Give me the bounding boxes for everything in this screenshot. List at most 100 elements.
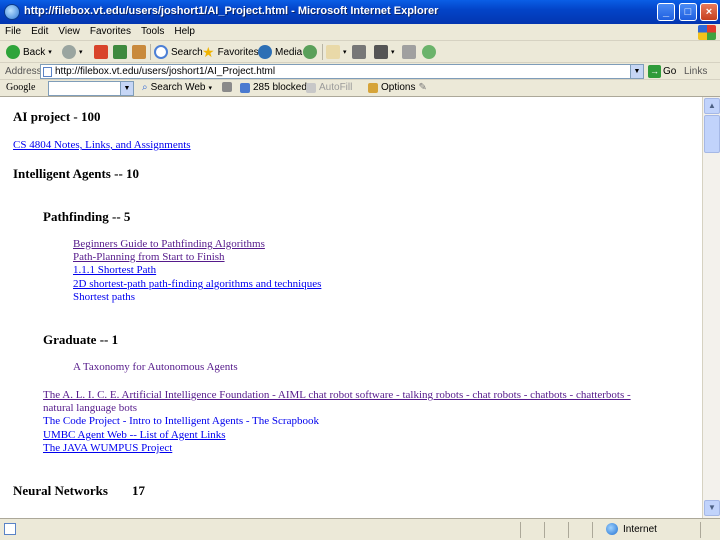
messenger-button[interactable] (422, 44, 436, 60)
search-label: Search (171, 46, 203, 58)
media-icon (258, 45, 272, 59)
status-divider (544, 522, 545, 538)
chevron-down-icon: ▾ (48, 49, 52, 56)
refresh-button[interactable] (113, 44, 127, 60)
menu-file[interactable]: File (0, 24, 26, 37)
discuss-icon (402, 45, 416, 59)
popup-blocker-button[interactable]: 285 blocked (240, 82, 307, 93)
window-title: http://filebox.vt.edu/users/joshort1/AI_… (24, 5, 439, 17)
google-logo[interactable]: Google (6, 82, 35, 93)
intelligent-agents-heading: Intelligent Agents -- 10 (13, 166, 140, 181)
chevron-down-icon: ▾ (391, 49, 395, 56)
back-button[interactable]: Back ▾ (6, 44, 52, 60)
alice-link[interactable]: The A. L. I. C. E. Artificial Intelligen… (43, 389, 631, 401)
scroll-down-arrow-icon[interactable]: ▼ (704, 500, 720, 516)
pathfinding-heading: Pathfinding -- 5 (43, 209, 131, 224)
address-dropdown-button[interactable]: ▼ (630, 65, 643, 78)
pathfinding-link[interactable]: 2D shortest-path path-finding algorithms… (73, 278, 321, 290)
edit-button[interactable]: ▾ (374, 44, 395, 60)
menu-help[interactable]: Help (169, 24, 200, 37)
search-button[interactable]: Search (154, 44, 203, 60)
close-button[interactable]: × (700, 3, 718, 21)
toolbar-divider (322, 44, 323, 60)
go-button[interactable]: → Go (648, 65, 676, 78)
page-title: AI project - 100 (13, 109, 101, 124)
print-button[interactable] (352, 44, 366, 60)
autofill-button[interactable]: AutoFill (306, 82, 352, 93)
page-info-button[interactable] (222, 82, 232, 92)
edit-page-icon (374, 45, 388, 59)
autofill-label: AutoFill (319, 82, 353, 93)
scroll-up-arrow-icon[interactable]: ▲ (704, 98, 720, 114)
address-input[interactable]: http://filebox.vt.edu/users/joshort1/AI_… (40, 64, 644, 79)
neural-networks-score: 17 (132, 483, 145, 498)
vertical-scrollbar[interactable]: ▲ ▼ (702, 97, 720, 518)
neural-networks-heading: Neural Networks (13, 483, 108, 498)
zone-label: Internet (623, 523, 657, 535)
page-icon (43, 67, 52, 77)
address-label: Address (5, 66, 42, 77)
internet-globe-icon (606, 523, 618, 535)
umbc-agent-link[interactable]: UMBC Agent Web -- List of Agent Links (43, 429, 226, 441)
pathfinding-link[interactable]: 1.1.1 Shortest Path (73, 264, 156, 276)
taxonomy-item[interactable]: A Taxonomy for Autonomous Agents (73, 361, 238, 373)
star-icon: ★ (202, 43, 215, 60)
home-button[interactable] (132, 44, 146, 60)
search-icon: ⌕ (142, 82, 148, 93)
internet-explorer-icon (4, 4, 20, 20)
go-label: Go (663, 66, 677, 77)
ie-window: http://filebox.vt.edu/users/joshort1/AI_… (0, 0, 720, 540)
media-label: Media (275, 46, 303, 58)
pencil-icon: ✎ (418, 82, 427, 93)
go-arrow-icon: → (648, 65, 661, 78)
home-icon (132, 45, 146, 59)
code-project-link[interactable]: The Code Project - Intro to Intelligent … (43, 415, 319, 427)
forward-button[interactable]: ▾ (62, 44, 83, 60)
pathfinding-link[interactable]: Shortest paths (73, 291, 135, 303)
forward-arrow-icon (62, 45, 76, 59)
history-button[interactable] (303, 44, 317, 60)
options-label: Options (381, 82, 416, 93)
maximize-button[interactable]: □ (679, 3, 697, 21)
page-content: AI project - 100 CS 4804 Notes, Links, a… (0, 97, 702, 518)
menu-edit[interactable]: Edit (26, 24, 53, 37)
alice-link-continued[interactable]: natural language bots (43, 402, 137, 414)
options-icon (368, 82, 378, 93)
wumpus-link[interactable]: The JAVA WUMPUS Project (43, 442, 172, 454)
discuss-button[interactable] (402, 44, 416, 60)
minimize-button[interactable]: _ (657, 3, 675, 21)
media-button[interactable]: Media (258, 44, 302, 60)
back-label: Back (23, 46, 46, 58)
scroll-thumb[interactable] (704, 115, 720, 153)
menu-favorites[interactable]: Favorites (85, 24, 136, 37)
menu-tools[interactable]: Tools (136, 24, 169, 37)
menu-view[interactable]: View (53, 24, 85, 37)
toolbar-divider (150, 44, 151, 60)
cs-notes-link[interactable]: CS 4804 Notes, Links, and Assignments (13, 139, 191, 151)
google-search-input[interactable]: ▼ (48, 81, 134, 96)
standard-toolbar: Back ▾ ▾ Search ★ Favorites Media ▾ ▾ (0, 41, 720, 63)
mail-icon (326, 45, 340, 59)
autofill-icon (306, 82, 316, 93)
links-button[interactable]: Links (684, 66, 707, 77)
pathfinding-link[interactable]: Beginners Guide to Pathfinding Algorithm… (73, 238, 265, 250)
search-web-button[interactable]: ⌕ Search Web ▾ (142, 82, 212, 93)
stop-icon (94, 45, 108, 59)
google-search-dropdown-button[interactable]: ▼ (120, 82, 133, 95)
options-button[interactable]: Options ✎ (368, 82, 427, 93)
pathfinding-link[interactable]: Path-Planning from Start to Finish (73, 251, 225, 263)
security-zone: Internet (606, 523, 657, 535)
title-bar[interactable]: http://filebox.vt.edu/users/joshort1/AI_… (0, 0, 720, 24)
address-url: http://filebox.vt.edu/users/joshort1/AI_… (55, 66, 276, 77)
address-bar: Address http://filebox.vt.edu/users/josh… (0, 63, 720, 80)
mail-button[interactable]: ▾ (326, 44, 347, 60)
chevron-down-icon: ▾ (79, 49, 83, 56)
chevron-down-icon: ▾ (343, 49, 347, 56)
status-divider (700, 522, 701, 538)
chevron-down-icon: ▾ (208, 84, 212, 92)
popup-blocker-icon (240, 82, 250, 93)
windows-logo-icon (698, 25, 716, 40)
favorites-label: Favorites (217, 46, 259, 58)
favorites-button[interactable]: ★ Favorites (202, 44, 259, 60)
stop-button[interactable] (94, 44, 108, 60)
